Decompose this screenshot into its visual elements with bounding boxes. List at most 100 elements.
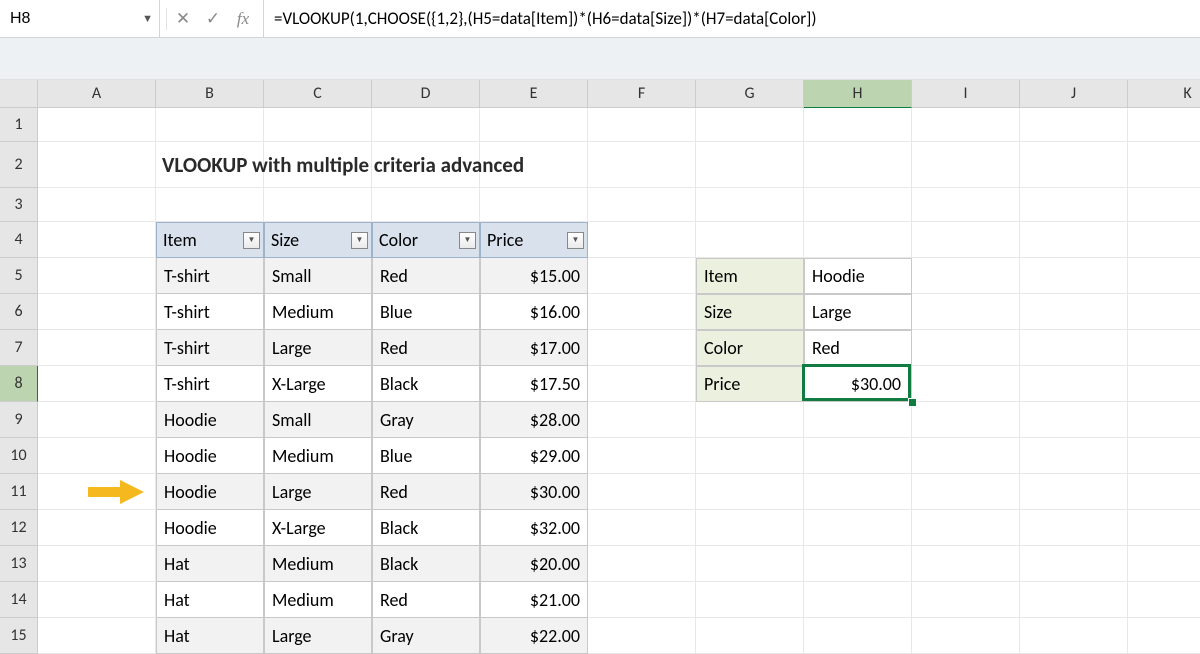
cell-A5[interactable] — [38, 258, 156, 294]
cell-J8[interactable] — [1020, 366, 1128, 402]
table-cell[interactable]: Small — [264, 402, 372, 438]
cell-G15[interactable] — [696, 618, 804, 654]
filter-dropdown-icon[interactable]: ▼ — [459, 232, 476, 249]
cell-I1[interactable] — [912, 108, 1020, 142]
row-header-4[interactable]: 4 — [0, 222, 38, 258]
row-header-11[interactable]: 11 — [0, 474, 38, 510]
row-header-3[interactable]: 3 — [0, 188, 38, 222]
cell-B3[interactable] — [156, 188, 264, 222]
cell-K5[interactable] — [1128, 258, 1200, 294]
cell-K10[interactable] — [1128, 438, 1200, 474]
cell-F7[interactable] — [588, 330, 696, 366]
table-cell[interactable]: Large — [264, 618, 372, 654]
cell-A8[interactable] — [38, 366, 156, 402]
table-cell[interactable]: X-Large — [264, 366, 372, 402]
table-cell[interactable]: Hoodie — [156, 510, 264, 546]
cell-A6[interactable] — [38, 294, 156, 330]
cell-A1[interactable] — [38, 108, 156, 142]
cell-A14[interactable] — [38, 582, 156, 618]
cell-F15[interactable] — [588, 618, 696, 654]
cell-I8[interactable] — [912, 366, 1020, 402]
table-cell[interactable]: X-Large — [264, 510, 372, 546]
table-header-price[interactable]: Price▼ — [480, 222, 588, 258]
cell-H1[interactable] — [804, 108, 912, 142]
cell-D1[interactable] — [372, 108, 480, 142]
cell-J5[interactable] — [1020, 258, 1128, 294]
cell-H12[interactable] — [804, 510, 912, 546]
cell-E3[interactable] — [480, 188, 588, 222]
table-cell[interactable]: Hat — [156, 618, 264, 654]
row-header-12[interactable]: 12 — [0, 510, 38, 546]
cell-J13[interactable] — [1020, 546, 1128, 582]
cell-H13[interactable] — [804, 546, 912, 582]
cell-G12[interactable] — [696, 510, 804, 546]
table-cell[interactable]: Red — [372, 330, 480, 366]
table-cell[interactable]: Gray — [372, 618, 480, 654]
lookup-label-price[interactable]: Price — [696, 366, 804, 402]
filter-dropdown-icon[interactable]: ▼ — [243, 232, 260, 249]
table-cell[interactable]: Large — [264, 474, 372, 510]
cell-G9[interactable] — [696, 402, 804, 438]
col-header-C[interactable]: C — [264, 80, 372, 108]
cell-I2[interactable] — [912, 142, 1020, 188]
cell-F13[interactable] — [588, 546, 696, 582]
table-cell[interactable]: $20.00 — [480, 546, 588, 582]
cell-K13[interactable] — [1128, 546, 1200, 582]
cell-K15[interactable] — [1128, 618, 1200, 654]
cell-A13[interactable] — [38, 546, 156, 582]
col-header-E[interactable]: E — [480, 80, 588, 108]
cell-A7[interactable] — [38, 330, 156, 366]
filter-dropdown-icon[interactable]: ▼ — [351, 232, 368, 249]
table-cell[interactable]: T-shirt — [156, 258, 264, 294]
cell-J6[interactable] — [1020, 294, 1128, 330]
row-header-15[interactable]: 15 — [0, 618, 38, 654]
col-header-A[interactable]: A — [38, 80, 156, 108]
table-cell[interactable]: Medium — [264, 294, 372, 330]
cell-G11[interactable] — [696, 474, 804, 510]
cell-J14[interactable] — [1020, 582, 1128, 618]
cell-F14[interactable] — [588, 582, 696, 618]
cell-I14[interactable] — [912, 582, 1020, 618]
cell-D3[interactable] — [372, 188, 480, 222]
table-header-color[interactable]: Color▼ — [372, 222, 480, 258]
cell-A3[interactable] — [38, 188, 156, 222]
row-header-5[interactable]: 5 — [0, 258, 38, 294]
table-cell[interactable]: T-shirt — [156, 294, 264, 330]
table-cell[interactable]: Hoodie — [156, 402, 264, 438]
cell-H15[interactable] — [804, 618, 912, 654]
cell-J7[interactable] — [1020, 330, 1128, 366]
cell-G13[interactable] — [696, 546, 804, 582]
filter-dropdown-icon[interactable]: ▼ — [567, 232, 584, 249]
fx-icon[interactable]: fx — [229, 9, 257, 29]
lookup-value-item[interactable]: Hoodie — [804, 258, 912, 294]
cell-F11[interactable] — [588, 474, 696, 510]
fill-handle[interactable] — [908, 398, 917, 407]
cell-A12[interactable] — [38, 510, 156, 546]
cell-F8[interactable] — [588, 366, 696, 402]
cell-E1[interactable] — [480, 108, 588, 142]
cell-B1[interactable] — [156, 108, 264, 142]
cell-H4[interactable] — [804, 222, 912, 258]
table-cell[interactable]: T-shirt — [156, 330, 264, 366]
lookup-label-size[interactable]: Size — [696, 294, 804, 330]
col-header-D[interactable]: D — [372, 80, 480, 108]
table-cell[interactable]: Hoodie — [156, 438, 264, 474]
cell-H3[interactable] — [804, 188, 912, 222]
cell-I12[interactable] — [912, 510, 1020, 546]
lookup-value-price[interactable]: $30.00 — [804, 366, 912, 402]
lookup-value-size[interactable]: Large — [804, 294, 912, 330]
cell-G10[interactable] — [696, 438, 804, 474]
cell-K9[interactable] — [1128, 402, 1200, 438]
table-cell[interactable]: Blue — [372, 294, 480, 330]
row-header-14[interactable]: 14 — [0, 582, 38, 618]
table-cell[interactable]: Medium — [264, 438, 372, 474]
select-all-corner[interactable] — [0, 80, 38, 108]
cell-I4[interactable] — [912, 222, 1020, 258]
table-cell[interactable]: Large — [264, 330, 372, 366]
cell-H10[interactable] — [804, 438, 912, 474]
cell-K11[interactable] — [1128, 474, 1200, 510]
table-cell[interactable]: Small — [264, 258, 372, 294]
table-cell[interactable]: Hat — [156, 546, 264, 582]
cell-F9[interactable] — [588, 402, 696, 438]
table-cell[interactable]: Black — [372, 546, 480, 582]
